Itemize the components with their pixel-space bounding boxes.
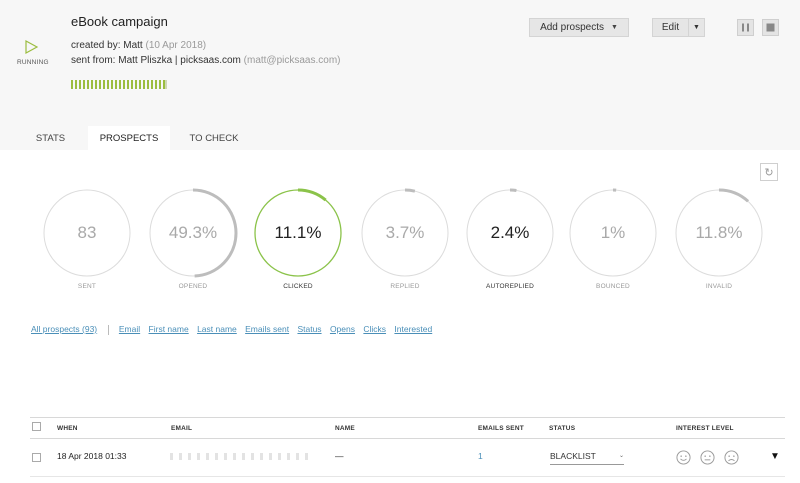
stop-icon [766,23,775,32]
row-name: — [335,451,344,461]
expand-row-icon[interactable]: ▼ [770,451,780,462]
row-when: 18 Apr 2018 01:33 [57,451,127,461]
header-email: EMAIL [171,425,193,432]
stat-label: REPLIED [390,283,420,290]
smile-face-icon[interactable] [676,450,691,465]
header-when: WHEN [57,425,78,432]
sort-emails-sent[interactable]: Emails sent [245,324,289,334]
created-by-text: created by: Matt [71,40,143,51]
sort-interested[interactable]: Interested [394,324,432,334]
row-checkbox[interactable] [32,453,41,462]
campaign-progress-bar [71,80,167,89]
tab-stats[interactable]: STATS [18,126,83,150]
play-icon [25,40,38,54]
stat-sent: 83 SENT [42,188,132,290]
add-prospects-label: Add prospects [540,22,604,33]
refresh-button[interactable]: ↻ [760,163,778,181]
sort-first-name[interactable]: First name [149,324,189,334]
edit-button[interactable]: Edit [652,18,689,37]
stat-value: 3.7% [385,223,425,242]
stat-label: OPENED [178,283,208,290]
stat-value: 2.4% [490,223,530,242]
prospect-filters: All prospects (93) Email First name Last… [31,324,432,335]
stat-label: INVALID [705,283,733,290]
add-prospects-button[interactable]: Add prospects ▼ [529,18,629,37]
header-status: STATUS [549,425,576,432]
status-select[interactable]: BLACKLIST ⌄ [550,446,624,465]
campaign-title: eBook campaign [71,14,168,29]
pause-icon [742,23,749,32]
table-row[interactable]: 18 Apr 2018 01:33 — 1 BLACKLIST ⌄ ▼ [30,438,785,477]
stat-opened: 49.3% OPENED [148,188,238,290]
created-date: (10 Apr 2018) [145,40,207,51]
row-emails-sent[interactable]: 1 [478,451,483,461]
stat-clicked: 11.1% CLICKED [253,188,343,290]
header-name: NAME [335,425,355,432]
stat-value: 11.8% [695,223,743,242]
stop-button[interactable] [762,19,779,36]
stat-label: AUTOREPLIED [486,283,534,290]
refresh-icon: ↻ [764,166,774,179]
created-by: created by: Matt (10 Apr 2018) [71,40,206,51]
stat-autoreplied: 2.4% AUTOREPLIED [465,188,555,290]
sent-from-email: (matt@picksaas.com) [243,55,341,66]
tab-to-check[interactable]: TO CHECK [176,126,252,150]
stat-value: 1% [600,223,626,242]
sad-face-icon[interactable] [724,450,739,465]
header-interest-level: INTEREST LEVEL [676,425,734,432]
sort-last-name[interactable]: Last name [197,324,237,334]
filter-all-prospects[interactable]: All prospects (93) [31,324,97,334]
stat-value: 11.1% [274,223,322,242]
neutral-face-icon[interactable] [700,450,715,465]
sent-from-text: sent from: Matt Pliszka | picksaas.com [71,55,241,66]
sent-from: sent from: Matt Pliszka | picksaas.com (… [71,55,341,66]
campaign-header: RUNNING eBook campaign created by: Matt … [0,0,800,150]
table-header: WHEN EMAIL NAME EMAILS SENT STATUS INTER… [30,417,785,439]
campaign-status-label: RUNNING [17,59,49,66]
sort-status[interactable]: Status [297,324,321,334]
status-value: BLACKLIST [550,451,596,461]
chevron-down-icon: ▼ [693,24,700,31]
select-all-checkbox[interactable] [32,422,41,431]
header-emails-sent: EMAILS SENT [478,425,524,432]
stat-bounced: 1% BOUNCED [568,188,658,290]
chevron-down-icon: ⌄ [618,453,624,459]
pause-button[interactable] [737,19,754,36]
edit-label: Edit [661,22,680,33]
stat-replied: 3.7% REPLIED [360,188,450,290]
stat-invalid: 11.8% INVALID [674,188,764,290]
divider [107,324,109,335]
stat-label: BOUNCED [596,283,630,290]
row-email-redacted [170,453,310,460]
stat-value: 49.3% [168,223,218,242]
sort-clicks[interactable]: Clicks [363,324,386,334]
campaign-progress-remaining [165,80,167,89]
stat-label: SENT [77,283,97,290]
chevron-down-icon: ▼ [611,24,618,31]
sort-opens[interactable]: Opens [330,324,355,334]
edit-menu-button[interactable]: ▼ [688,18,705,37]
tab-prospects[interactable]: PROSPECTS [88,126,170,150]
sort-email[interactable]: Email [119,324,140,334]
stat-label: CLICKED [283,283,313,290]
stat-value: 83 [77,223,97,242]
